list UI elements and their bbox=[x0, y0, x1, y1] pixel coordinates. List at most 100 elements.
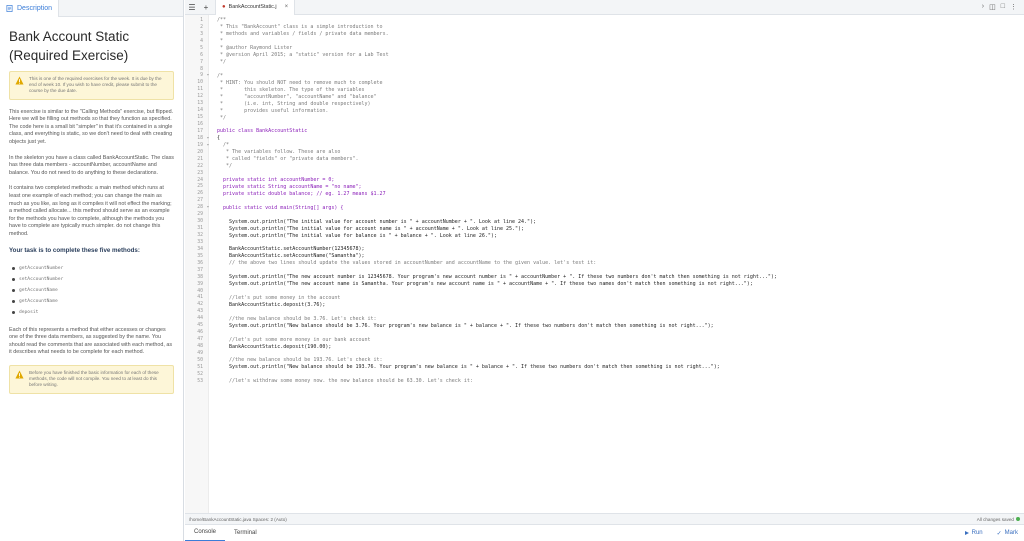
description-paragraph: Each of this represents a method that ei… bbox=[9, 326, 173, 356]
code-line[interactable]: 35 BankAccountStatic.setAccountName("Sam… bbox=[185, 253, 1024, 260]
split-icon[interactable]: ◫ bbox=[989, 3, 996, 11]
code-line[interactable]: 5 * @author Raymond Lister bbox=[185, 45, 1024, 52]
code-line[interactable]: 10 * HINT: You should NOT need to remove… bbox=[185, 79, 1024, 86]
mark-button[interactable]: ✓ Mark bbox=[997, 530, 1018, 537]
mark-button-label: Mark bbox=[1004, 530, 1018, 536]
code-line[interactable]: 21 * called "fields" or "private data me… bbox=[185, 156, 1024, 163]
add-tab-icon[interactable]: + bbox=[199, 0, 213, 15]
code-line[interactable]: 17 public class BankAccountStatic bbox=[185, 128, 1024, 135]
line-number: 19 bbox=[197, 142, 203, 148]
code-line[interactable]: 13 * (i.e. int, String and double respec… bbox=[185, 100, 1024, 107]
line-number: 51 bbox=[197, 364, 203, 370]
code-line[interactable]: 26 private static double balance; // eg.… bbox=[185, 190, 1024, 197]
code-line[interactable]: 16 bbox=[185, 121, 1024, 128]
file-tab[interactable]: ● BankAccountStatic.j × bbox=[215, 0, 296, 15]
code-line[interactable]: 39 System.out.println("The new account n… bbox=[185, 281, 1024, 288]
code-line[interactable]: 24 private static int accountNumber = 0; bbox=[185, 177, 1024, 184]
code-line[interactable]: 45 System.out.println("New balance shoul… bbox=[185, 322, 1024, 329]
code-line[interactable]: 53 //let's withdraw some money now. the … bbox=[185, 378, 1024, 385]
code-line[interactable]: 22 */ bbox=[185, 163, 1024, 170]
code-line[interactable]: 42 BankAccountStatic.deposit(3.76); bbox=[185, 301, 1024, 308]
code-line[interactable]: 27 bbox=[185, 197, 1024, 204]
code-text: * methods and variables / fields / priva… bbox=[217, 31, 389, 38]
code-text: * HINT: You should NOT need to remove mu… bbox=[217, 79, 383, 86]
tab-terminal[interactable]: Terminal bbox=[225, 525, 266, 541]
menu-icon[interactable]: ☰ bbox=[185, 0, 199, 15]
code-line[interactable]: 30 System.out.println("The initial value… bbox=[185, 218, 1024, 225]
code-text: * (i.e. int, String and double respectiv… bbox=[217, 100, 371, 107]
code-editor[interactable]: 1/** 2 * This "BankAccount" class is a si… bbox=[185, 15, 1024, 513]
code-text: { bbox=[217, 135, 221, 142]
code-line[interactable]: 4 * bbox=[185, 38, 1024, 45]
tab-console[interactable]: Console bbox=[185, 525, 226, 541]
code-line[interactable]: 33 bbox=[185, 239, 1024, 246]
code-text: //let's put some more money in our bank … bbox=[217, 336, 371, 343]
close-tab-icon[interactable]: × bbox=[285, 4, 289, 10]
code-line[interactable]: 18 ▾{ bbox=[185, 135, 1024, 142]
code-line[interactable]: 12 * "accountNumber", "accountName" and … bbox=[185, 93, 1024, 100]
code-line[interactable]: 38 System.out.println("The new account n… bbox=[185, 274, 1024, 281]
code-text: * this skeleton. The type of the variabl… bbox=[217, 86, 365, 93]
bottom-panel-bar: Console Terminal Run ✓ Mark bbox=[185, 524, 1024, 541]
line-number: 20 bbox=[197, 149, 203, 155]
code-lines: 1/** 2 * This "BankAccount" class is a si… bbox=[185, 17, 1024, 385]
code-text: BankAccountStatic.setAccountNumber(12345… bbox=[217, 246, 365, 253]
code-line[interactable]: 50 //the new balance should be 193.76. L… bbox=[185, 357, 1024, 364]
more-options-icon[interactable]: ⋮ bbox=[1010, 3, 1017, 11]
code-line[interactable]: 20 * The variables follow. These are als… bbox=[185, 149, 1024, 156]
line-number: 49 bbox=[197, 350, 203, 356]
code-text: * called "fields" or "private data membe… bbox=[217, 156, 359, 163]
code-line[interactable]: 3 * methods and variables / fields / pri… bbox=[185, 31, 1024, 38]
code-line[interactable]: 6 * @version April 2015; a "static" vers… bbox=[185, 52, 1024, 59]
code-line[interactable]: 9 ▾/* bbox=[185, 73, 1024, 80]
code-line[interactable]: 44 //the new balance should be 3.76. Let… bbox=[185, 315, 1024, 322]
line-number: 6 bbox=[200, 52, 203, 58]
line-number: 29 bbox=[197, 212, 203, 218]
code-line[interactable]: 47 //let's put some more money in our ba… bbox=[185, 336, 1024, 343]
line-number: 14 bbox=[197, 108, 203, 114]
fullscreen-icon[interactable]: □ bbox=[1001, 3, 1005, 11]
line-number: 31 bbox=[197, 226, 203, 232]
code-line[interactable]: 11 * this skeleton. The type of the vari… bbox=[185, 86, 1024, 93]
run-button[interactable]: Run bbox=[964, 530, 983, 536]
exercise-title: Bank Account Static (Required Exercise) bbox=[9, 29, 130, 63]
code-line[interactable]: 1 /** bbox=[185, 17, 1024, 24]
status-bar: /home/BankAccountStatic.java Spaces: 2 (… bbox=[185, 513, 1024, 524]
code-line[interactable]: 49 bbox=[185, 350, 1024, 357]
code-line[interactable]: 48 BankAccountStatic.deposit(190.00); bbox=[185, 343, 1024, 350]
code-line[interactable]: 52 bbox=[185, 371, 1024, 378]
code-line[interactable]: 46 bbox=[185, 329, 1024, 336]
code-line[interactable]: 7 */ bbox=[185, 59, 1024, 66]
line-number: 2 bbox=[200, 24, 203, 30]
code-line[interactable]: 51 System.out.println("New balance shoul… bbox=[185, 364, 1024, 371]
editor-window-controls: › ◫ □ ⋮ bbox=[982, 3, 1024, 11]
code-line[interactable]: 36 // the above two lines should update … bbox=[185, 260, 1024, 267]
code-line[interactable]: 43 bbox=[185, 308, 1024, 315]
code-line[interactable]: 8 bbox=[185, 66, 1024, 73]
code-line[interactable]: 25 private static String accountName = "… bbox=[185, 184, 1024, 191]
code-line[interactable]: 19 ▾ /* bbox=[185, 142, 1024, 149]
code-line[interactable]: 31 System.out.println("The initial value… bbox=[185, 225, 1024, 232]
code-line[interactable]: 34 BankAccountStatic.setAccountNumber(12… bbox=[185, 246, 1024, 253]
method-list-item: deposit bbox=[9, 307, 174, 318]
code-text: BankAccountStatic.deposit(190.00); bbox=[217, 343, 332, 350]
method-name: deposit bbox=[19, 309, 39, 315]
code-line[interactable]: 23 bbox=[185, 170, 1024, 177]
code-line[interactable]: 40 bbox=[185, 288, 1024, 295]
code-text: System.out.println("New balance should b… bbox=[217, 364, 720, 371]
line-number: 8 bbox=[200, 66, 203, 72]
bullet-icon bbox=[12, 277, 15, 281]
code-line[interactable]: 15 */ bbox=[185, 114, 1024, 121]
code-line[interactable]: 32 System.out.println("The initial value… bbox=[185, 232, 1024, 239]
code-text: System.out.println("The new account name… bbox=[217, 281, 753, 288]
code-line[interactable]: 2 * This "BankAccount" class is a simple… bbox=[185, 24, 1024, 31]
code-line[interactable]: 41 //let's put some money in the account bbox=[185, 295, 1024, 302]
warning-icon bbox=[15, 370, 24, 379]
code-line[interactable]: 37 bbox=[185, 267, 1024, 274]
code-line[interactable]: 28 ▾ public static void main(String[] arg… bbox=[185, 204, 1024, 211]
tab-description[interactable]: Description bbox=[0, 0, 60, 17]
code-text: /* bbox=[217, 142, 230, 149]
code-line[interactable]: 29 bbox=[185, 211, 1024, 218]
code-line[interactable]: 14 * provides useful information. bbox=[185, 107, 1024, 114]
expand-icon[interactable]: › bbox=[982, 3, 984, 11]
